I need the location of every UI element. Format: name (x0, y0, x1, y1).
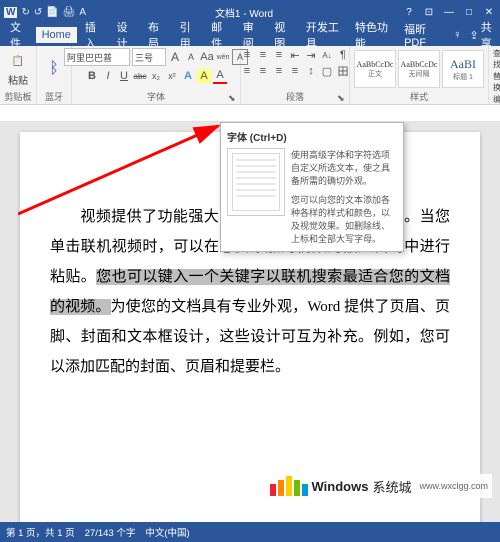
align-center-button[interactable]: ≡ (256, 64, 270, 78)
bold-button[interactable]: B (85, 69, 99, 83)
paste-label: 粘贴 (8, 72, 28, 87)
underline-button[interactable]: U (117, 69, 131, 83)
doc-text-1c[interactable]: 为使您的文档具有专业外观，Word 提供了页眉、页脚、封面和文本框设计，这些设计… (50, 299, 450, 375)
group-editing: 查找 替换 编辑 (489, 46, 500, 104)
style-name: 正文 (368, 69, 382, 79)
group-styles: AaBbCcDc正文 AaBbCcDc无间隔 AaBI标题 1 样式 (350, 46, 489, 104)
group-label-font: 字体 (76, 90, 236, 102)
highlight-button[interactable]: A (197, 69, 211, 83)
status-page[interactable]: 第 1 页，共 1 页 (6, 525, 75, 539)
font-tooltip: 字体 (Ctrl+D) 使用高级字体和字符选项自定义所选文本，使之具备所需的确切… (220, 122, 404, 252)
group-label-bluetooth: 蓝牙 (41, 90, 67, 102)
style-name: 标题 1 (453, 72, 473, 82)
font-dialog-launcher[interactable]: ⬊ (228, 93, 238, 103)
qat-font-icon[interactable]: A (79, 7, 86, 18)
maximize-button[interactable]: □ (462, 7, 476, 18)
quick-access-toolbar: W ↻ ↺ 📄 🖨 A (4, 7, 86, 18)
decrease-indent-button[interactable]: ⇤ (288, 48, 302, 62)
status-language[interactable]: 中文(中国) (145, 525, 189, 539)
word-icon: W (4, 7, 17, 18)
group-label-styles: 样式 (354, 90, 484, 102)
line-spacing-button[interactable]: ↕ (304, 64, 318, 78)
increase-indent-button[interactable]: ⇥ (304, 48, 318, 62)
help-button[interactable]: ? (402, 7, 416, 18)
group-label-clipboard: 剪贴板 (4, 90, 32, 102)
ribbon: 📋粘贴 剪贴板 ᛒ 蓝牙 阿里巴巴普 三号 A A Aa wén A B I U… (0, 46, 500, 105)
windows-logo-icon (270, 476, 308, 496)
group-label-paragraph: 段落 (245, 90, 345, 102)
font-size-combo[interactable]: 三号 (132, 48, 166, 66)
status-bar: 第 1 页，共 1 页 27/143 个字 中文(中国) (0, 522, 500, 542)
align-left-button[interactable]: ≡ (240, 64, 254, 78)
style-no-spacing[interactable]: AaBbCcDc无间隔 (398, 50, 440, 88)
font-name-combo[interactable]: 阿里巴巴普 (64, 48, 130, 66)
change-case-button[interactable]: Aa (200, 50, 214, 64)
watermark: Windows系统城 www.wxclgg.com (266, 474, 492, 498)
qat-print-icon[interactable]: 🖨 (63, 7, 76, 18)
qat-redo-icon[interactable]: ↺ (34, 7, 42, 18)
show-marks-button[interactable]: ¶ (336, 48, 350, 62)
tab-tellme[interactable]: ♀ (447, 27, 467, 43)
multilevel-button[interactable]: ≡ (272, 48, 286, 62)
text-effects-button[interactable]: A (181, 69, 195, 83)
justify-button[interactable]: ≡ (288, 64, 302, 78)
watermark-url: www.wxclgg.com (419, 481, 488, 491)
paste-button[interactable]: 📋粘贴 (4, 51, 32, 87)
tooltip-preview-image (227, 148, 285, 216)
shrink-font-button[interactable]: A (184, 50, 198, 64)
tooltip-title: 字体 (Ctrl+D) (227, 129, 397, 144)
borders-button[interactable]: 田 (336, 64, 350, 78)
qat-undo-icon[interactable]: ↻ (21, 7, 29, 18)
style-heading1[interactable]: AaBI标题 1 (442, 50, 484, 88)
style-preview: AaBbCcDc (357, 60, 394, 69)
style-preview: AaBI (450, 57, 476, 72)
bluetooth-icon: ᛒ (44, 59, 64, 79)
font-color-button[interactable]: A (213, 68, 227, 84)
paragraph-dialog-launcher[interactable]: ⬊ (337, 93, 347, 103)
group-font: 阿里巴巴普 三号 A A Aa wén A B I U abc x₂ x² A … (72, 46, 241, 104)
ribbon-tabs: 文件 Home 插入 设计 布局 引用 邮件 审阅 视图 开发工具 特色功能 福… (0, 24, 500, 46)
watermark-name: Windows (312, 479, 369, 494)
sort-button[interactable]: A↓ (320, 48, 334, 62)
style-preview: AaBbCcDc (401, 60, 438, 69)
shading-button[interactable]: ▢ (320, 64, 334, 78)
style-name: 无间隔 (409, 69, 430, 79)
grow-font-button[interactable]: A (168, 50, 182, 64)
window-buttons: ? ⊡ — □ ✕ (402, 7, 496, 18)
document-area[interactable]: 字体 (Ctrl+D) 使用高级字体和字符选项自定义所选文本，使之具备所需的确切… (0, 122, 500, 522)
superscript-button[interactable]: x² (165, 69, 179, 83)
watermark-sub: 系统城 (372, 477, 411, 496)
find-button[interactable]: 查找 (493, 48, 500, 70)
group-clipboard: 📋粘贴 剪贴板 (0, 46, 37, 104)
tab-home[interactable]: Home (36, 27, 77, 43)
status-words[interactable]: 27/143 个字 (85, 525, 136, 539)
phonetic-button[interactable]: wén (216, 50, 230, 64)
ruler[interactable] (0, 105, 500, 122)
strikethrough-button[interactable]: abc (133, 69, 147, 83)
numbering-button[interactable]: ≡ (256, 48, 270, 62)
qat-doc-icon[interactable]: 📄 (46, 7, 58, 18)
share-icon: ⇪ (469, 29, 478, 42)
tooltip-line1: 使用高级字体和字符选项自定义所选文本，使之具备所需的确切外观。 (291, 148, 397, 187)
paste-icon: 📋 (8, 51, 28, 71)
replace-button[interactable]: 替换 (493, 71, 500, 93)
ribbon-options-button[interactable]: ⊡ (422, 7, 436, 18)
group-paragraph: ≡ ≡ ≡ ⇤ ⇥ A↓ ¶ ≡ ≡ ≡ ≡ ↕ ▢ 田 段落 ⬊ (241, 46, 350, 104)
subscript-button[interactable]: x₂ (149, 69, 163, 83)
bullets-button[interactable]: ≡ (240, 48, 254, 62)
align-right-button[interactable]: ≡ (272, 64, 286, 78)
tooltip-line2: 您可以向您的文本添加各种各样的样式和颜色，以及视觉效果。如删除线、上标和全部大写… (291, 193, 397, 245)
italic-button[interactable]: I (101, 69, 115, 83)
minimize-button[interactable]: — (442, 7, 456, 18)
close-button[interactable]: ✕ (482, 7, 496, 18)
style-normal[interactable]: AaBbCcDc正文 (354, 50, 396, 88)
